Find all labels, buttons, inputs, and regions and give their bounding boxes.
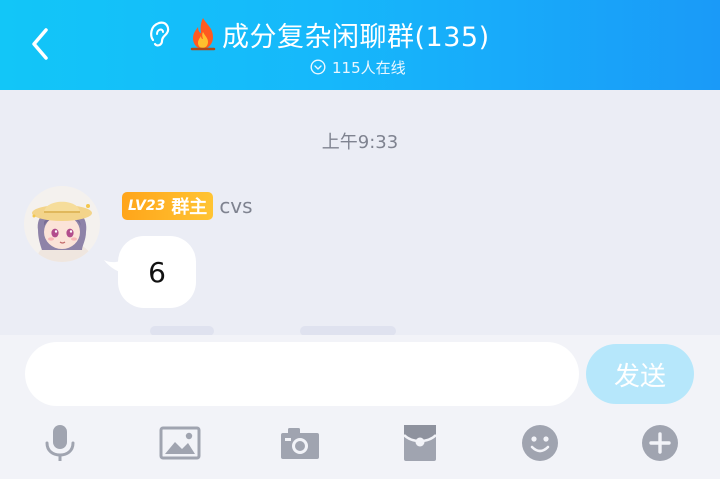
input-bar: 发送 bbox=[0, 335, 720, 479]
role-label: 群主 bbox=[171, 197, 208, 218]
more-button[interactable] bbox=[638, 421, 682, 465]
message-timestamp: 上午9:33 bbox=[321, 132, 399, 153]
chat-area[interactable]: 上午9:33 LV23 群主 cvs 6 bbox=[0, 90, 720, 336]
microphone-icon bbox=[45, 425, 75, 461]
back-arrow-icon bbox=[32, 28, 48, 60]
emoji-icon bbox=[522, 425, 558, 461]
camera-button[interactable] bbox=[278, 421, 322, 465]
owner-badge[interactable]: LV23 群主 bbox=[122, 192, 214, 220]
send-button[interactable]: 发送 bbox=[586, 344, 694, 404]
sender-name[interactable]: cvs bbox=[219, 194, 252, 218]
voice-button[interactable] bbox=[38, 421, 82, 465]
message-bubble[interactable]: 6 bbox=[118, 236, 196, 308]
avatar-image bbox=[24, 186, 100, 262]
red-packet-button[interactable] bbox=[398, 421, 442, 465]
plus-icon bbox=[642, 425, 678, 461]
online-status[interactable]: 115人在线 bbox=[310, 56, 406, 78]
message-input[interactable] bbox=[25, 342, 579, 406]
online-count: 115人在线 bbox=[332, 58, 406, 77]
avatar[interactable] bbox=[24, 186, 100, 262]
ear-icon[interactable] bbox=[146, 18, 174, 50]
image-button[interactable] bbox=[158, 421, 202, 465]
image-icon bbox=[159, 426, 201, 460]
chevron-down-circle-icon bbox=[310, 59, 326, 75]
message-text: 6 bbox=[148, 255, 166, 289]
emoji-button[interactable] bbox=[518, 421, 562, 465]
red-packet-icon bbox=[403, 425, 437, 461]
message-meta: LV23 群主 cvs bbox=[122, 192, 253, 220]
group-title: 成分复杂闲聊群(135) bbox=[222, 21, 490, 53]
back-button[interactable] bbox=[22, 24, 58, 64]
camera-icon bbox=[281, 428, 319, 459]
group-title-row[interactable]: 成分复杂闲聊群(135) bbox=[186, 12, 490, 56]
level-label: LV23 bbox=[128, 198, 166, 214]
fire-icon bbox=[190, 18, 216, 51]
chat-header: 成分复杂闲聊群(135) 115人在线 bbox=[0, 0, 720, 90]
